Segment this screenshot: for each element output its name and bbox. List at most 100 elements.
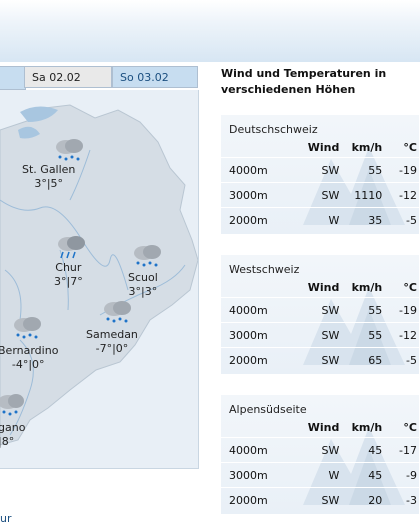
- header-kmh: km/h: [351, 420, 383, 434]
- tab-previous-day[interactable]: [0, 66, 26, 90]
- table-header-row: Wind km/h °C: [221, 137, 419, 158]
- wind-table: Wind km/h °C 4000m SW 55 -19 3000m SW 55…: [221, 277, 419, 372]
- header-wind: Wind: [307, 280, 340, 294]
- wind-box-westschweiz: Westschweiz Wind km/h °C 4000m SW 55 -19…: [221, 255, 419, 374]
- city-samedan[interactable]: Samedan -7°|0°: [86, 328, 138, 356]
- temperature: -9: [382, 462, 419, 488]
- header-wind: Wind: [307, 420, 340, 434]
- temperature: -5: [382, 207, 419, 232]
- wind-direction: SW: [278, 182, 340, 208]
- wind-speed: 20: [339, 487, 383, 512]
- region-title: Westschweiz: [229, 263, 300, 276]
- altitude: 3000m: [221, 322, 279, 348]
- bottom-link[interactable]: ur: [0, 512, 12, 525]
- city-temperature: |8°: [0, 435, 15, 448]
- temperature: -5: [382, 347, 419, 372]
- header-celsius: °C: [403, 140, 417, 154]
- temperature: -12: [382, 182, 419, 208]
- wind-direction: SW: [278, 347, 340, 372]
- temperature: -3: [382, 487, 419, 512]
- city-name: Scuol: [128, 271, 158, 284]
- altitude: 3000m: [221, 182, 279, 208]
- city-temperature: 3°|3°: [128, 285, 158, 298]
- region-title: Alpensüdseite: [229, 403, 307, 416]
- city-st-gallen[interactable]: St. Gallen 3°|5°: [22, 163, 75, 191]
- wind-box-deutschschweiz: Deutschschweiz Wind km/h °C 4000m SW 55 …: [221, 115, 419, 234]
- altitude: 2000m: [221, 207, 279, 232]
- wind-direction: W: [278, 462, 340, 488]
- header-wind: Wind: [307, 140, 340, 154]
- header-celsius: °C: [403, 420, 417, 434]
- temperature: -19: [382, 297, 419, 323]
- table-row: 3000m SW 55 -12: [221, 322, 419, 348]
- wind-speed: 55: [339, 322, 383, 348]
- table-row: 4000m SW 55 -19: [221, 297, 419, 323]
- wind-section-heading: Wind und Temperaturen in verschiedenen H…: [221, 67, 387, 96]
- weather-map[interactable]: St. Gallen 3°|5° Chur 3°|7° Scuol 3°|3° …: [0, 90, 199, 469]
- table-row: 3000m SW 1110 -12: [221, 182, 419, 208]
- city-name: Bernardino: [0, 344, 59, 357]
- header-banner: [0, 0, 420, 62]
- table-header-row: Wind km/h °C: [221, 277, 419, 298]
- wind-direction: SW: [278, 157, 340, 183]
- header-altitude: [221, 417, 278, 438]
- wind-speed: 45: [339, 437, 383, 463]
- city-temperature: 3°|7°: [54, 275, 83, 288]
- wind-speed: 55: [339, 297, 383, 323]
- tab-so-03-02[interactable]: So 03.02: [112, 66, 198, 88]
- snow-cloud-icon: [14, 317, 41, 339]
- city-san-bernardino[interactable]: Bernardino -4°|0°: [0, 344, 58, 372]
- altitude: 3000m: [221, 462, 279, 488]
- snow-cloud-icon: [0, 394, 24, 416]
- altitude: 2000m: [221, 347, 279, 372]
- wind-speed: 55: [339, 157, 383, 183]
- city-name: Chur: [55, 261, 82, 274]
- wind-table: Wind km/h °C 4000m SW 55 -19 3000m SW 11…: [221, 137, 419, 232]
- city-name: gano: [0, 421, 26, 434]
- wind-speed: 45: [339, 462, 383, 488]
- city-name: St. Gallen: [22, 163, 76, 176]
- snow-cloud-icon: [134, 245, 161, 267]
- table-row: 2000m W 35 -5: [221, 207, 419, 232]
- wind-direction: SW: [278, 487, 340, 512]
- header-altitude: [221, 137, 278, 158]
- city-lugano[interactable]: gano |8°: [0, 421, 25, 449]
- city-scuol[interactable]: Scuol 3°|3°: [128, 271, 158, 299]
- map-terrain: [0, 104, 198, 446]
- tab-sa-02-02[interactable]: Sa 02.02: [24, 66, 112, 88]
- temperature: -17: [382, 437, 419, 463]
- region-title: Deutschschweiz: [229, 123, 318, 136]
- switzerland-land: [0, 104, 198, 446]
- wind-speed: 1110: [339, 182, 383, 208]
- rain-cloud-icon: [58, 236, 85, 259]
- table-row: 4000m SW 45 -17: [221, 437, 419, 463]
- city-chur[interactable]: Chur 3°|7°: [54, 261, 83, 289]
- table-header-row: Wind km/h °C: [221, 417, 419, 438]
- altitude: 4000m: [221, 297, 279, 323]
- city-temperature: -4°|0°: [11, 358, 45, 371]
- wind-direction: W: [278, 207, 340, 232]
- table-row: 4000m SW 55 -19: [221, 157, 419, 183]
- temperature: -12: [382, 322, 419, 348]
- wind-box-alpensuedseite: Alpensüdseite Wind km/h °C 4000m SW 45 -…: [221, 395, 419, 514]
- snow-cloud-icon: [56, 139, 83, 161]
- wind-table: Wind km/h °C 4000m SW 45 -17 3000m W 45 …: [221, 417, 419, 512]
- snow-cloud-icon: [104, 301, 131, 323]
- temperature: -19: [382, 157, 419, 183]
- city-temperature: 3°|5°: [34, 177, 64, 190]
- altitude: 4000m: [221, 157, 279, 183]
- table-row: 3000m W 45 -9: [221, 462, 419, 488]
- header-kmh: km/h: [351, 280, 383, 294]
- altitude: 2000m: [221, 487, 279, 512]
- wind-direction: SW: [278, 322, 340, 348]
- city-temperature: -7°|0°: [95, 342, 129, 355]
- header-kmh: km/h: [351, 140, 383, 154]
- header-celsius: °C: [403, 280, 417, 294]
- city-name: Samedan: [86, 328, 138, 341]
- altitude: 4000m: [221, 437, 279, 463]
- wind-speed: 35: [339, 207, 383, 232]
- table-row: 2000m SW 20 -3: [221, 487, 419, 512]
- table-row: 2000m SW 65 -5: [221, 347, 419, 372]
- wind-direction: SW: [278, 437, 340, 463]
- day-tabs: Sa 02.02 So 03.02: [0, 66, 198, 90]
